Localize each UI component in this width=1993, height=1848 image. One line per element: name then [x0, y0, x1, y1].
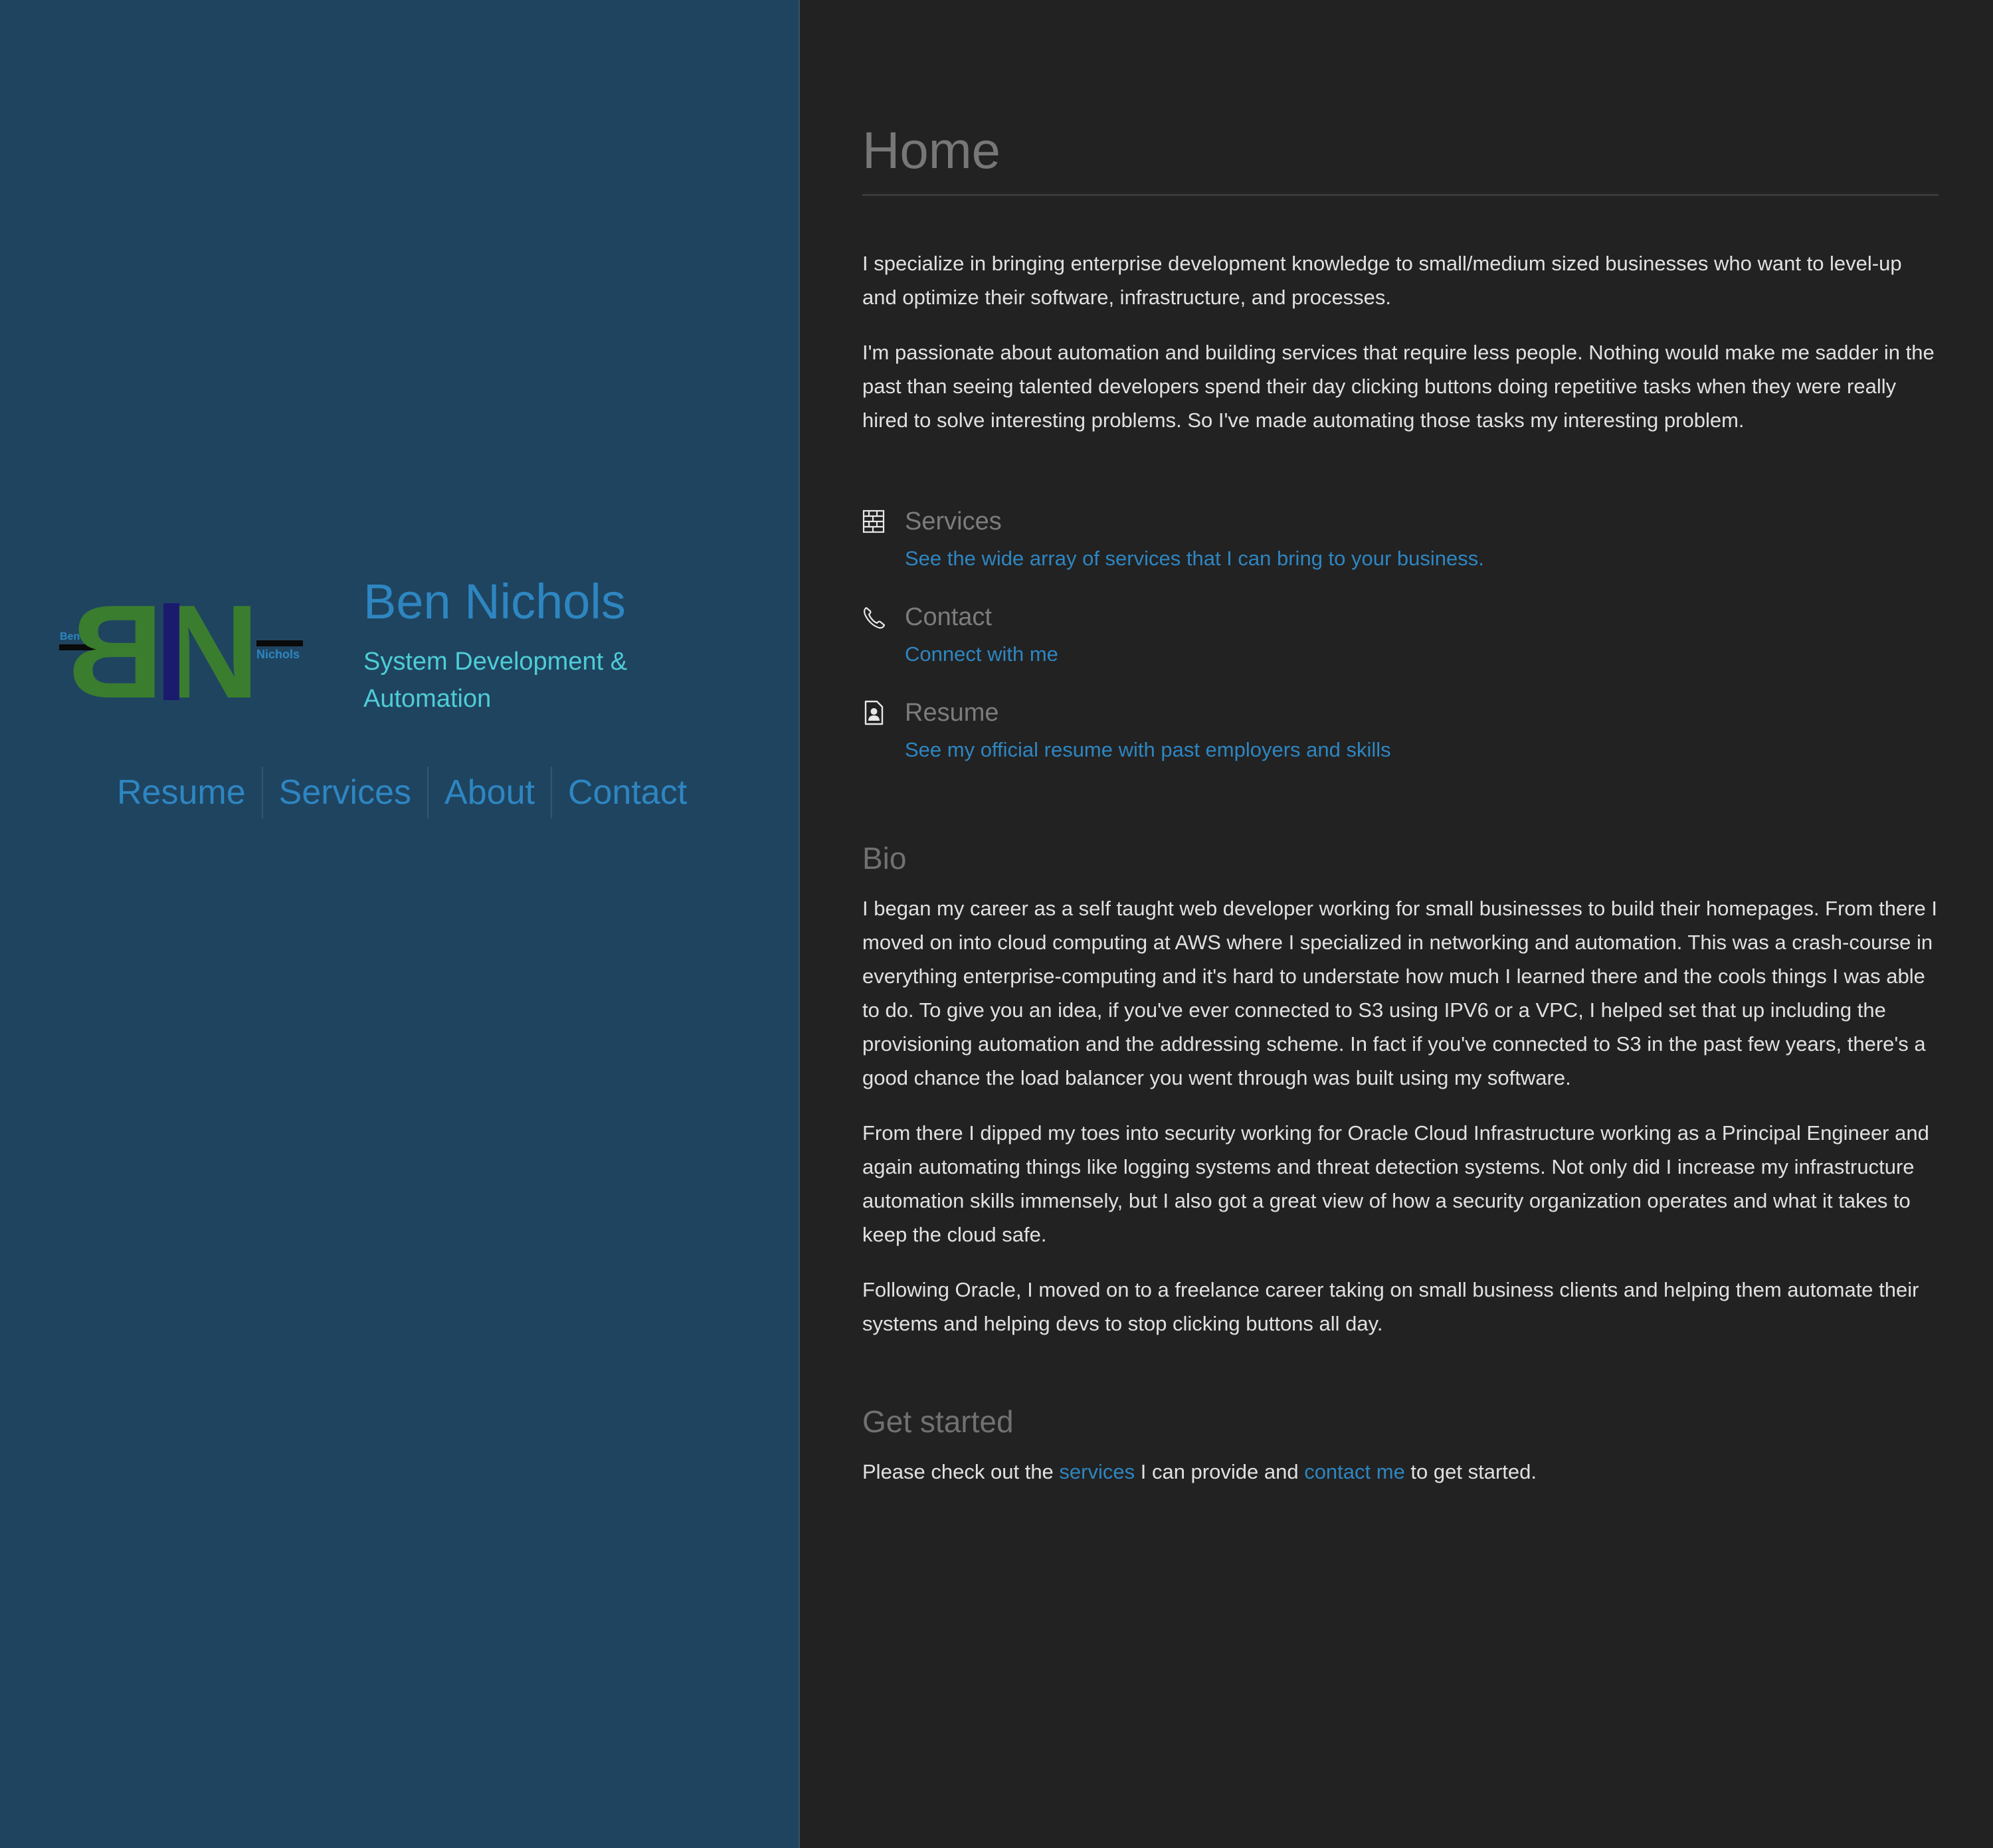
nav-about-link[interactable]: About — [428, 767, 551, 818]
brand: Ben Nichols B N Ben Nichols System Devel… — [58, 571, 763, 717]
svg-text:B: B — [68, 585, 163, 704]
bio-section: Bio I began my career as a self taught w… — [862, 838, 1939, 1340]
resume-icon — [864, 700, 884, 725]
site-title[interactable]: Ben Nichols — [363, 571, 735, 632]
logo[interactable]: Ben Nichols B N — [58, 585, 304, 704]
quick-link-services: Services See the wide array of services … — [862, 504, 1939, 574]
nav-contact-link[interactable]: Contact — [552, 767, 703, 818]
quick-links: Services See the wide array of services … — [862, 504, 1939, 765]
quick-link-title: Services — [905, 508, 1002, 535]
logo-mirrored-b: B — [68, 585, 163, 704]
main-nav: Resume Services About Contact — [101, 767, 703, 818]
nav-services-link[interactable]: Services — [263, 767, 427, 818]
brand-text: Ben Nichols System Development & Automat… — [363, 571, 735, 717]
resume-description-link[interactable]: See my official resume with past employe… — [905, 735, 1939, 765]
site-tagline: System Development & Automation — [363, 648, 628, 713]
intro-paragraph: I'm passionate about automation and buil… — [862, 341, 1935, 432]
phone-icon — [864, 606, 885, 629]
bio-paragraph: Following Oracle, I moved on to a freela… — [862, 1278, 1919, 1335]
main-content: Home I specialize in bringing enterprise… — [800, 0, 1993, 1848]
page: Ben Nichols B N Ben Nichols System Devel… — [0, 0, 1993, 1848]
get-started-text: I can provide and — [1135, 1460, 1305, 1483]
contact-description-link[interactable]: Connect with me — [905, 639, 1939, 670]
quick-link-title: Resume — [905, 699, 999, 727]
nav-resume-link[interactable]: Resume — [101, 767, 262, 818]
get-started-paragraph: Please check out the services I can prov… — [862, 1455, 1939, 1489]
sidebar: Ben Nichols B N Ben Nichols System Devel… — [0, 0, 799, 1848]
services-description-link[interactable]: See the wide array of services that I ca… — [905, 543, 1939, 574]
logo-small-right: Nichols — [256, 648, 300, 661]
building-icon — [862, 509, 885, 533]
contact-inline-link[interactable]: contact me — [1304, 1460, 1405, 1483]
bio-paragraph: From there I dipped my toes into securit… — [862, 1121, 1929, 1246]
page-title: Home — [862, 113, 1939, 196]
get-started-text: Please check out the — [862, 1460, 1060, 1483]
logo-graphic: Ben Nichols B N — [59, 585, 303, 704]
intro-paragraph: I specialize in bringing enterprise deve… — [862, 252, 1902, 309]
bio-paragraph: I began my career as a self taught web d… — [862, 897, 1937, 1089]
quick-link-contact: Contact Connect with me — [862, 599, 1939, 670]
services-inline-link[interactable]: services — [1059, 1460, 1135, 1483]
quick-link-title: Contact — [905, 603, 992, 631]
get-started-section: Get started Please check out the service… — [862, 1402, 1939, 1489]
get-started-text: to get started. — [1404, 1460, 1537, 1483]
logo-right-dash — [256, 640, 303, 646]
bio-heading: Bio — [862, 841, 907, 876]
content-column: Home I specialize in bringing enterprise… — [862, 113, 1939, 1489]
get-started-heading: Get started — [862, 1404, 1014, 1439]
quick-link-resume: Resume See my official resume with past … — [862, 695, 1939, 765]
logo-center-bar — [163, 603, 179, 700]
